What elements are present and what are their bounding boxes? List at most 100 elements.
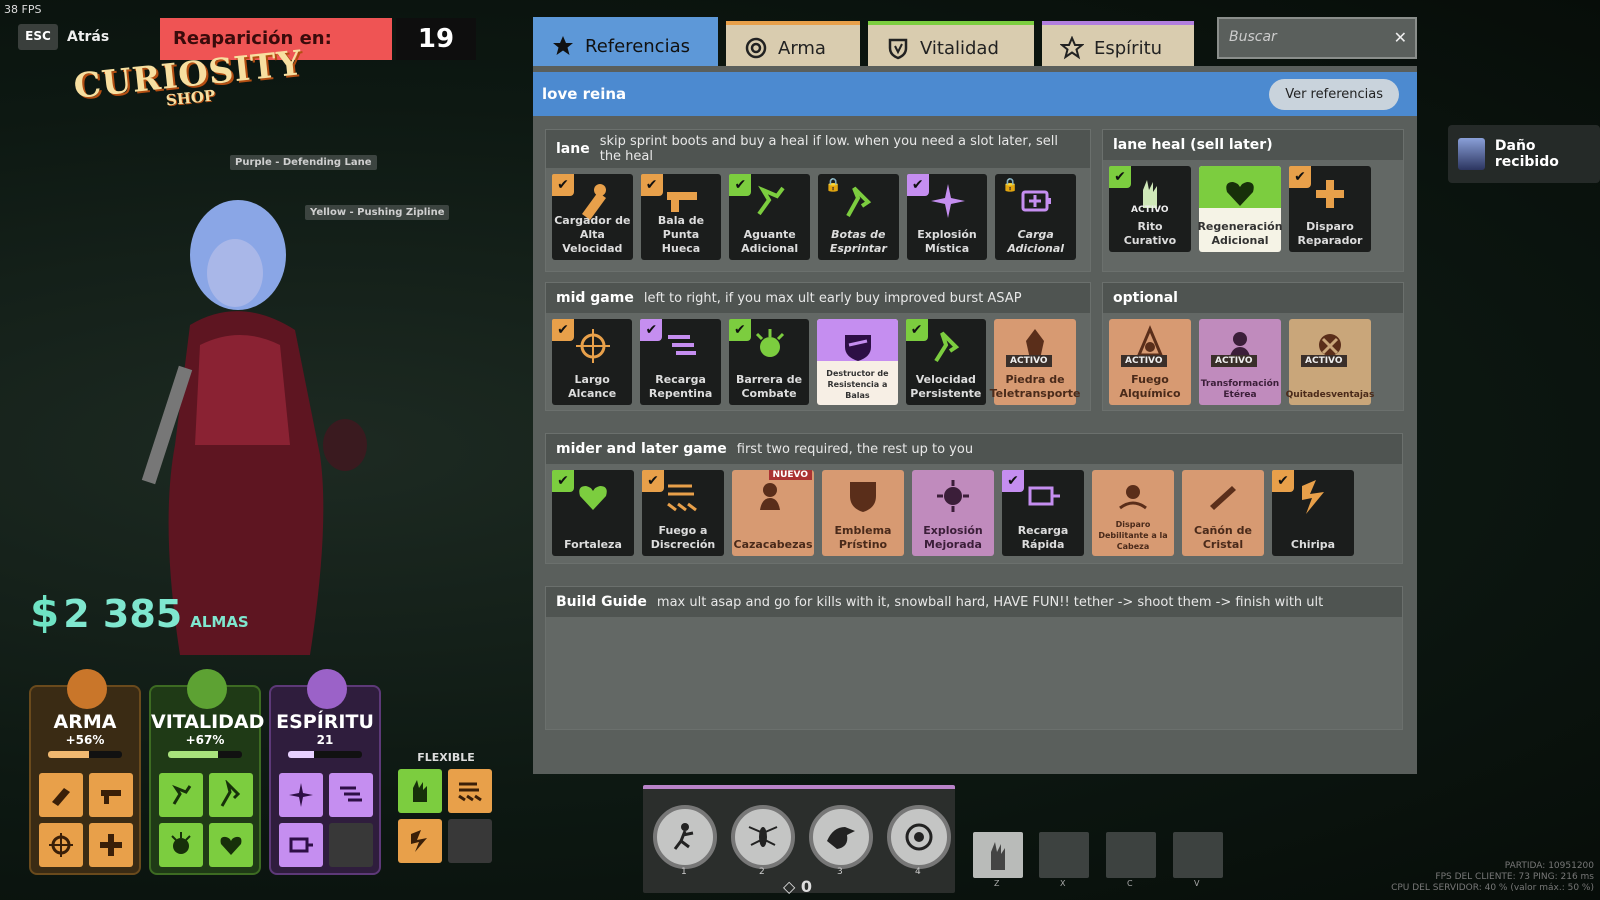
item-name: Fuego Alquímico <box>1119 373 1181 400</box>
flex-item-lucky-shot-icon[interactable] <box>398 819 442 863</box>
view-references-button[interactable]: Ver referencias <box>1269 79 1399 110</box>
item-card[interactable]: ✔ Cargador de Alta Velocidad <box>552 174 633 260</box>
item-card[interactable]: Destructor de Resistencia a Balas <box>817 319 898 405</box>
section-lane-heal: lane heal (sell later) ✔ ACTIVO Rito Cur… <box>1102 129 1404 272</box>
active-badge: ACTIVO <box>1006 355 1052 367</box>
section-optional: optional ACTIVO Fuego Alquímico ACTIVO T… <box>1102 282 1404 411</box>
owned-item-quick-reload-icon[interactable] <box>279 823 323 867</box>
item-card[interactable]: ACTIVO Fuego Alquímico <box>1109 319 1191 405</box>
mystic-burst-icon <box>930 184 965 218</box>
flex-item-rapid-fire-icon[interactable] <box>448 769 492 813</box>
crippling-headshot-icon <box>1119 485 1147 510</box>
ability-key: 3 <box>837 867 843 877</box>
item-name: Cargador de Alta Velocidad <box>554 214 631 255</box>
tab-vitality[interactable]: Vitalidad <box>868 21 1034 71</box>
section-mid-desc: left to right, if you max ult early buy … <box>643 290 1022 306</box>
empty-item-slot[interactable] <box>329 823 373 867</box>
owned-check-icon: ✔ <box>640 174 663 196</box>
owned-item-heart-icon[interactable] <box>209 823 253 867</box>
clear-search-icon[interactable]: ✕ <box>1394 28 1407 47</box>
active-slot-v[interactable]: V <box>1173 832 1223 888</box>
item-card[interactable]: ✔ Recarga Rápida <box>1002 470 1084 556</box>
owned-item-reload-icon[interactable] <box>329 773 373 817</box>
item-card[interactable]: ✔ Chiripa <box>1272 470 1354 556</box>
sudden-reload-icon <box>668 335 697 355</box>
item-card[interactable]: Explosión Mejorada <box>912 470 994 556</box>
item-name: Carga Adicional <box>1007 228 1065 255</box>
item-card[interactable]: ✔ Explosión Mística <box>906 174 988 260</box>
tab-references[interactable]: Referencias <box>533 17 718 71</box>
ability-2[interactable]: 2 <box>731 805 795 877</box>
flex-empty-slot[interactable] <box>448 819 492 863</box>
owned-check-icon: ✔ <box>729 174 752 196</box>
item-card[interactable]: ACTIVO Transformación Etérea <box>1199 319 1281 405</box>
item-card[interactable]: 🔒 Botas de Esprintar <box>818 174 899 260</box>
rapid-fire-icon <box>667 484 697 512</box>
item-card[interactable]: ✔ Largo Alcance <box>552 319 633 405</box>
damage-received-button[interactable]: Daño recibido <box>1448 125 1600 183</box>
item-card[interactable]: Cañón de Cristal <box>1182 470 1264 556</box>
ability-points: ◇ 0 <box>783 877 813 896</box>
active-slot-c[interactable]: C <box>1106 832 1156 888</box>
ability-1[interactable]: 1 <box>653 805 717 877</box>
build-guide-desc: max ult asap and go for kills with it, s… <box>656 594 1324 610</box>
search-input[interactable]: Buscar ✕ <box>1217 17 1417 59</box>
item-card[interactable]: ✔ Bala de Punta Hueca <box>640 174 722 260</box>
item-name: Barrera de Combate <box>735 373 803 400</box>
stat-spirit-name: ESPÍRITU <box>276 711 374 733</box>
owned-item-crosshair-icon[interactable] <box>39 823 83 867</box>
owned-item-magazine-icon[interactable] <box>39 773 83 817</box>
flexible-slots: FLEXIBLE <box>396 751 496 863</box>
item-card[interactable]: ✔ Fortaleza <box>552 470 634 556</box>
tether-ability-icon <box>673 823 694 850</box>
item-card[interactable]: ✔ Barrera de Combate <box>728 319 810 405</box>
esc-key-hint[interactable]: ESC <box>18 24 58 50</box>
active-badge: ACTIVO <box>1121 355 1167 367</box>
ability-points-value: 0 <box>800 877 813 896</box>
item-card[interactable]: ACTIVO Piedra de Teletransporte <box>990 319 1080 405</box>
item-name: Piedra de Teletransporte <box>989 373 1081 400</box>
owned-check-icon: ✔ <box>905 319 928 341</box>
item-name: Fortaleza <box>564 538 622 551</box>
item-name: Chiripa <box>1290 538 1336 551</box>
owned-item-mystic-burst-icon[interactable] <box>279 773 323 817</box>
item-card[interactable]: ✔ Disparo Reparador <box>1289 166 1371 252</box>
owned-item-plus-icon[interactable] <box>89 823 133 867</box>
tab-spirit[interactable]: Espíritu <box>1042 21 1194 71</box>
owned-item-barrier-icon[interactable] <box>159 823 203 867</box>
active-slot-x[interactable]: X <box>1039 832 1089 888</box>
stat-spirit: ESPÍRITU 21 <box>269 669 381 875</box>
item-card[interactable]: ✔ Velocidad Persistente <box>905 319 987 405</box>
headhunter-icon <box>760 483 780 510</box>
item-card[interactable]: ✔ Fuego a Discreción <box>642 470 724 556</box>
item-card[interactable]: ✔ Aguante Adicional <box>729 174 811 260</box>
item-card[interactable]: ✔ Recarga Repentina <box>640 319 721 405</box>
ability-4-ultimate[interactable]: 4 <box>887 805 951 877</box>
owned-item-stamina-icon[interactable] <box>159 773 203 817</box>
owned-item-speed-icon[interactable] <box>209 773 253 817</box>
owned-item-bullet-icon[interactable] <box>89 773 133 817</box>
item-card[interactable]: ACTIVO Quitadesventajas <box>1286 319 1374 405</box>
section-optional-title: optional <box>1113 290 1178 306</box>
tab-weapon[interactable]: Arma <box>726 21 860 71</box>
back-button[interactable]: Atrás <box>67 29 109 45</box>
item-card[interactable]: Regeneración Adicional <box>1197 166 1283 252</box>
ability-3[interactable]: 3 <box>809 805 873 877</box>
server-cpu: CPU DEL SERVIDOR: 40 % (valor máx.: 50 %… <box>1391 883 1594 893</box>
vitality-icon <box>888 38 908 60</box>
healing-rite-icon <box>991 842 1005 870</box>
flex-item-healing-rite-icon[interactable] <box>398 769 442 813</box>
item-name: Cazacabezas <box>733 538 813 551</box>
item-name: Emblema Prístino <box>834 524 892 551</box>
item-card[interactable]: 🔒 Carga Adicional <box>995 174 1077 260</box>
active-slot-z[interactable]: Z <box>973 832 1023 888</box>
item-card[interactable]: Disparo Debilitante a la Cabeza <box>1092 470 1174 556</box>
item-card[interactable]: NUEVO Cazacabezas <box>732 470 814 556</box>
owned-check-icon: ✔ <box>642 470 664 492</box>
item-card[interactable]: Emblema Prístino <box>822 470 904 556</box>
stat-vitality-pct: +67% <box>185 733 225 747</box>
star-icon <box>553 36 573 55</box>
tab-spirit-label: Espíritu <box>1094 37 1163 59</box>
hero-character-portrait <box>141 200 367 655</box>
item-card[interactable]: ✔ ACTIVO Rito Curativo <box>1109 166 1191 252</box>
